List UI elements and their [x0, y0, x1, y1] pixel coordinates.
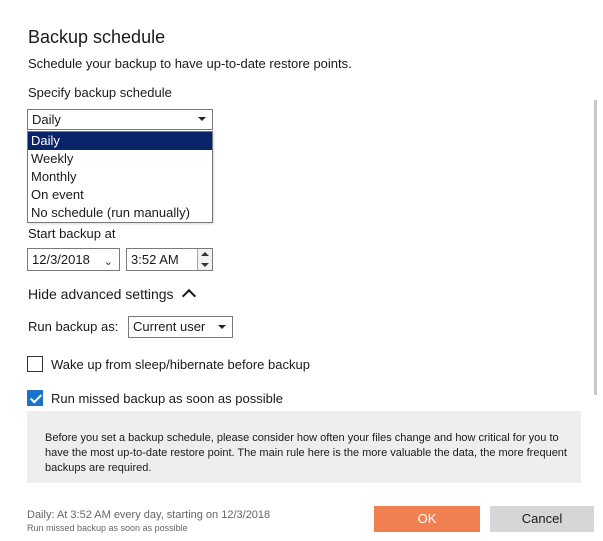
chevron-down-icon [218, 325, 226, 329]
chevron-up-icon [181, 288, 196, 304]
advanced-toggle-label: Hide advanced settings [28, 286, 174, 302]
run-as-label: Run backup as: [28, 319, 119, 334]
start-time-value: 3:52 AM [131, 252, 179, 267]
schedule-info-text: Before you set a backup schedule, please… [45, 432, 567, 474]
start-date-picker[interactable]: 12/3/2018 ⌄ [27, 248, 120, 271]
dialog-subtitle: Schedule your backup to have up-to-date … [28, 56, 352, 71]
vertical-scrollbar[interactable] [594, 100, 597, 395]
schedule-option-daily[interactable]: Daily [28, 132, 212, 150]
schedule-summary-line1: Daily: At 3:52 AM every day, starting on… [27, 509, 271, 521]
schedule-dropdown[interactable]: Daily [27, 109, 213, 130]
dialog-title: Backup schedule [28, 27, 166, 47]
run-as-dropdown[interactable]: Current user [128, 316, 233, 338]
start-date-value: 12/3/2018 [32, 252, 90, 267]
wake-up-checkbox[interactable] [27, 356, 43, 372]
run-as-value: Current user [133, 319, 206, 334]
run-missed-label: Run missed backup as soon as possible [51, 390, 283, 406]
spin-down-icon[interactable] [201, 263, 209, 267]
schedule-info-box: Before you set a backup schedule, please… [27, 411, 581, 483]
schedule-option-no-schedule[interactable]: No schedule (run manually) [28, 204, 212, 222]
schedule-option-weekly[interactable]: Weekly [28, 150, 212, 168]
schedule-option-monthly[interactable]: Monthly [28, 168, 212, 186]
chevron-down-icon [198, 117, 206, 121]
hide-advanced-settings-toggle[interactable]: Hide advanced settings [28, 286, 196, 304]
spin-up-icon[interactable] [201, 252, 209, 256]
schedule-dropdown-value: Daily [32, 112, 61, 127]
schedule-options-list: Daily Weekly Monthly On event No schedul… [27, 131, 213, 223]
wake-up-label: Wake up from sleep/hibernate before back… [51, 356, 310, 372]
run-missed-option[interactable]: Run missed backup as soon as possible [27, 390, 283, 406]
schedule-summary: Daily: At 3:52 AM every day, starting on… [27, 509, 270, 535]
schedule-summary-line2: Run missed backup as soon as possible [27, 523, 188, 533]
schedule-label: Specify backup schedule [28, 85, 172, 100]
backup-schedule-dialog: Backup schedule Schedule your backup to … [0, 0, 603, 541]
time-spinner[interactable] [197, 249, 212, 270]
run-missed-checkbox[interactable] [27, 390, 43, 406]
schedule-option-on-event[interactable]: On event [28, 186, 212, 204]
start-backup-label: Start backup at [28, 226, 116, 241]
wake-up-option[interactable]: Wake up from sleep/hibernate before back… [27, 356, 310, 372]
ok-button[interactable]: OK [374, 506, 480, 532]
cancel-button[interactable]: Cancel [490, 506, 594, 532]
start-time-input[interactable]: 3:52 AM [126, 248, 213, 271]
chevron-down-icon: ⌄ [103, 256, 113, 268]
